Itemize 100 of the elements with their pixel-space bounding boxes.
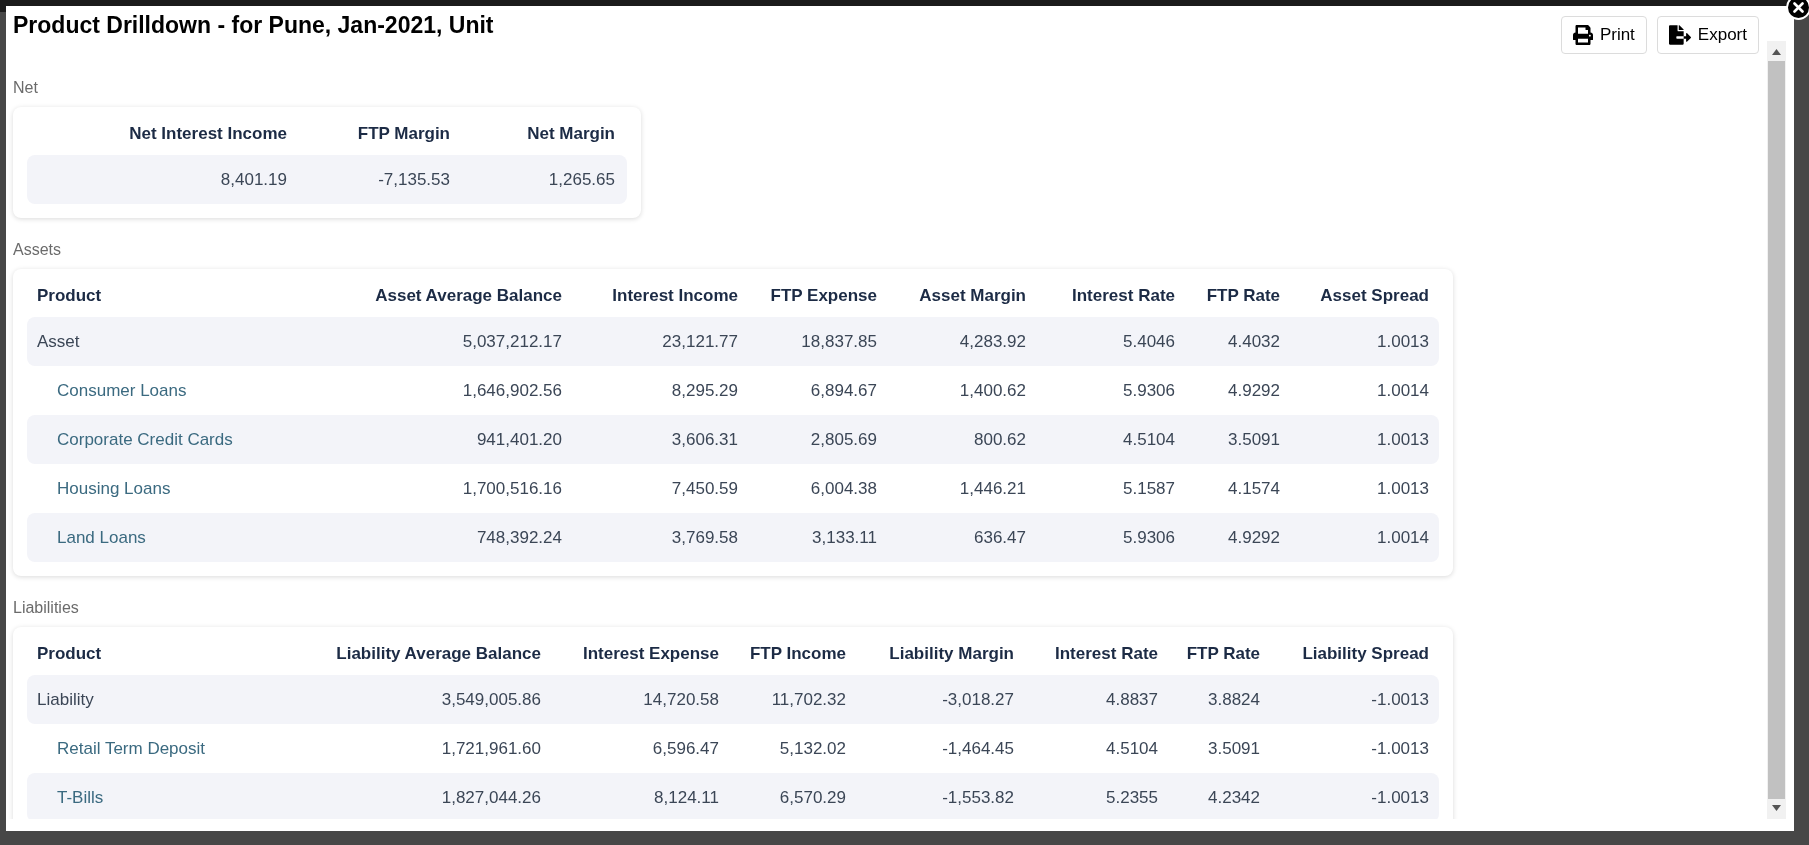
column-header: FTP Rate	[1185, 643, 1260, 666]
print-button[interactable]: Print	[1560, 16, 1647, 54]
table-cell-text: 1.0014	[1377, 526, 1429, 549]
column-header: Interest Rate	[1054, 643, 1158, 666]
table-cell-text: -1.0013	[1371, 737, 1429, 760]
table-cell-text: 1.0014	[1377, 379, 1429, 402]
table-cell-text: 4.5104	[1123, 428, 1175, 451]
column-header: Interest Rate	[1071, 285, 1175, 308]
scrollbar-thumb[interactable]	[1768, 61, 1785, 799]
table-cell-text: 3.8824	[1208, 688, 1260, 711]
printer-icon	[1572, 25, 1593, 45]
column-header: Interest Expense	[581, 643, 719, 666]
table-cell-text: 14,720.58	[643, 688, 719, 711]
table-cell-text: 7,450.59	[671, 477, 738, 500]
column-header: Asset Spread	[1319, 285, 1429, 308]
column-header: Net Margin	[526, 123, 615, 146]
table-cell-text: 6,894.67	[810, 379, 877, 402]
table-cell-text: 1,265.65	[548, 168, 615, 191]
table-cell-text: 5.9306	[1123, 526, 1175, 549]
file-export-icon	[1668, 24, 1691, 46]
product-link[interactable]: Corporate Credit Cards	[57, 426, 233, 453]
table-cell-text: 3,133.11	[812, 526, 877, 549]
table-cell-text: 8,295.29	[671, 379, 738, 402]
table-cell-text: 748,392.24	[476, 526, 562, 549]
close-button[interactable]	[1786, 0, 1809, 20]
product-link[interactable]: Retail Term Deposit	[57, 735, 206, 762]
export-button[interactable]: Export	[1656, 16, 1759, 54]
table-cell-text: 636.47	[974, 526, 1026, 549]
table-cell-text: 23,121.77	[662, 330, 738, 353]
table-cell-text: 3,769.58	[671, 526, 738, 549]
column-header: Interest Income	[611, 285, 738, 308]
column-header: Liability Spread	[1301, 643, 1429, 666]
table-cell-text: 18,837.85	[801, 330, 877, 353]
table-cell-text: 5,132.02	[779, 737, 846, 760]
column-header: Asset Margin	[918, 285, 1026, 308]
table-cell-text: -1,553.82	[942, 786, 1014, 809]
table-cell-text: 1.0013	[1377, 330, 1429, 353]
table-cell-text: 800.62	[974, 428, 1026, 451]
table-cell-text: 4.8837	[1106, 688, 1158, 711]
product-link[interactable]: Consumer Loans	[57, 377, 187, 404]
table-cell-text: 6,596.47	[652, 737, 719, 760]
table-cell-text: 1,721,961.60	[441, 737, 541, 760]
product-link[interactable]: Housing Loans	[57, 475, 171, 502]
table-cell-text: Asset	[37, 330, 80, 353]
close-icon	[1793, 2, 1804, 13]
column-header: FTP Income	[748, 643, 846, 666]
table-cell-text: 1,400.62	[959, 379, 1026, 402]
table-cell-text: 4.9292	[1228, 526, 1280, 549]
table-cell-text: 5,037,212.17	[462, 330, 562, 353]
table-cell-text: 6,570.29	[779, 786, 846, 809]
column-header: FTP Expense	[769, 285, 877, 308]
table-cell-text: 941,401.20	[476, 428, 562, 451]
column-header: Product	[37, 285, 103, 308]
table-cell-text: 6,004.38	[810, 477, 877, 500]
table-cell-text: 3.5091	[1228, 428, 1280, 451]
table-cell-text: 1,646,902.56	[462, 379, 562, 402]
table-cell-text: 4.5104	[1106, 737, 1158, 760]
table-cell-text: 1,446.21	[959, 477, 1026, 500]
table-cell-text: 4.1574	[1228, 477, 1280, 500]
table-cell-text: 8,124.11	[654, 786, 719, 809]
table-cell-text: -7,135.53	[378, 168, 450, 191]
column-header: Net Interest Income	[128, 123, 287, 146]
table-cell-text: 5.9306	[1123, 379, 1175, 402]
table-cell-text: 3,549,005.86	[441, 688, 541, 711]
table-cell-text: 4.4032	[1228, 330, 1280, 353]
section-label: Liabilities	[13, 598, 80, 618]
section-label: Net	[13, 78, 39, 98]
column-header: Asset Average Balance	[374, 285, 562, 308]
scroll-up-icon[interactable]	[1772, 49, 1781, 55]
product-link[interactable]: Land Loans	[57, 524, 146, 551]
table-cell-text: 5.1587	[1123, 477, 1175, 500]
column-header: Liability Margin	[888, 643, 1014, 666]
column-header: Product	[37, 643, 103, 666]
table-cell-text: 8,401.19	[220, 168, 287, 191]
table-cell-text: 1.0013	[1377, 428, 1429, 451]
table-cell-text: 4.9292	[1228, 379, 1280, 402]
scrollbar[interactable]	[1767, 41, 1786, 819]
section-label: Assets	[13, 240, 62, 260]
table-cell-text: 3,606.31	[671, 428, 738, 451]
table-cell-text: 1,827,044.26	[441, 786, 541, 809]
table-cell-text: 5.2355	[1106, 786, 1158, 809]
column-header: Liability Average Balance	[335, 643, 541, 666]
table-cell-text: 5.4046	[1123, 330, 1175, 353]
dialog-title: Product Drilldown - for Pune, Jan-2021, Unit	[13, 11, 494, 39]
scroll-down-icon[interactable]	[1772, 805, 1781, 811]
table-cell-text: 2,805.69	[810, 428, 877, 451]
table-cell-text: -1.0013	[1371, 786, 1429, 809]
table-cell-text: 3.5091	[1208, 737, 1260, 760]
table-cell-text: -1.0013	[1371, 688, 1429, 711]
table-cell-text: 4,283.92	[959, 330, 1026, 353]
column-header: FTP Margin	[356, 123, 450, 146]
table-cell-text: 4.2342	[1208, 786, 1260, 809]
table-cell-text: 1.0013	[1377, 477, 1429, 500]
table-cell-text: 11,702.32	[771, 688, 846, 711]
product-link[interactable]: T-Bills	[57, 784, 104, 811]
table-cell-text: -1,464.45	[942, 737, 1014, 760]
table-cell-text: Liability	[37, 688, 94, 711]
table-cell-text: 1,700,516.16	[462, 477, 562, 500]
column-header: FTP Rate	[1205, 285, 1280, 308]
table-cell-text: -3,018.27	[942, 688, 1014, 711]
